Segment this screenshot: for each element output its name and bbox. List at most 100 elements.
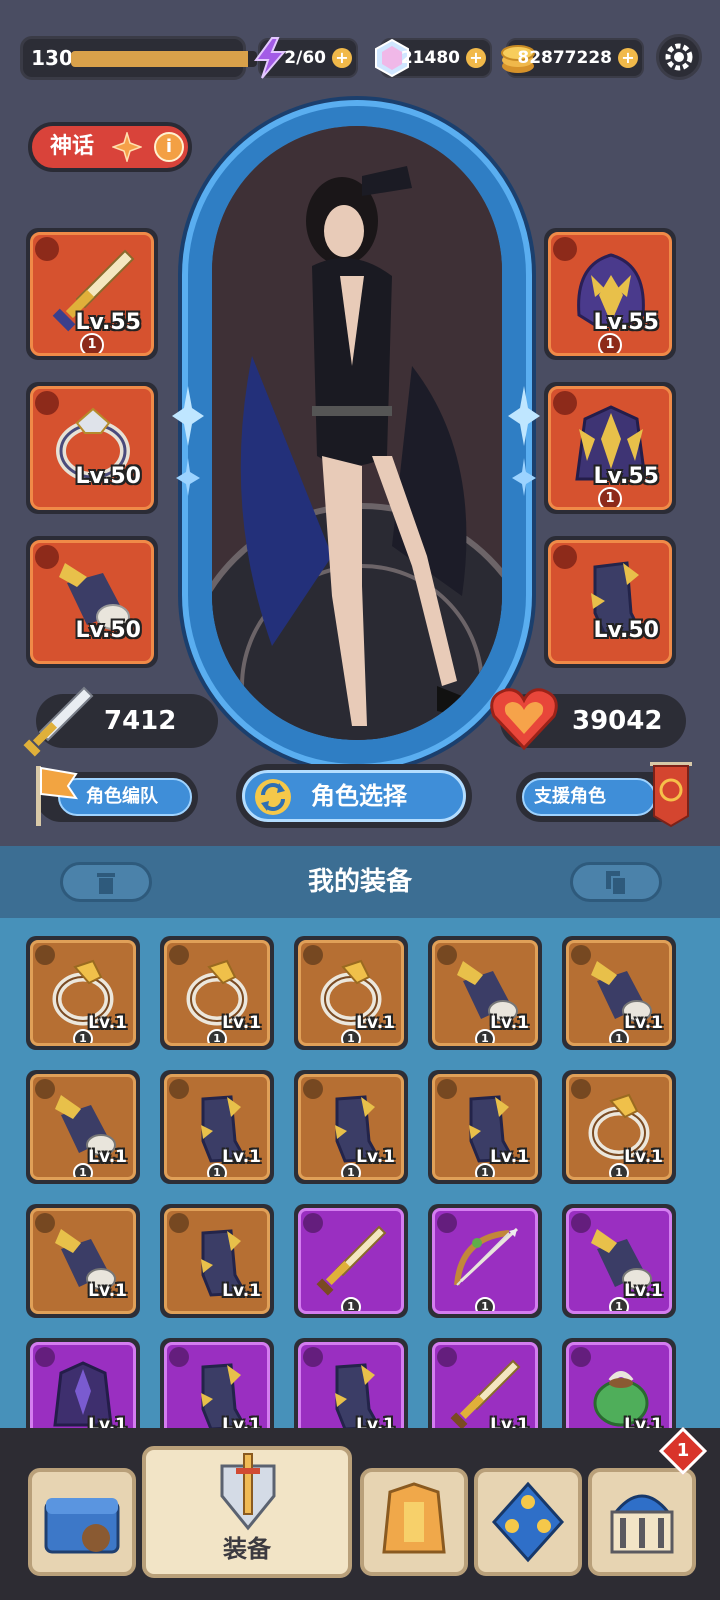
inventory-item[interactable]: Lv.1: [26, 1204, 140, 1318]
energy-counter[interactable]: 2/60 +: [254, 37, 358, 79]
attack-stat: 7412: [23, 686, 218, 757]
team-formation-label: 角色编队: [86, 786, 158, 807]
copy-icon: [606, 871, 627, 896]
inventory-item[interactable]: Lv.1 1: [294, 936, 408, 1050]
gold-counter[interactable]: 82877228 +: [501, 38, 644, 78]
inventory-item[interactable]: Lv.1 1: [562, 1070, 676, 1184]
item-level: Lv.1: [624, 1281, 663, 1301]
item-count: 1: [598, 333, 622, 353]
inventory-item[interactable]: 1: [294, 1204, 408, 1318]
player-level-bar[interactable]: 130: [20, 36, 257, 80]
inventory-item[interactable]: Lv.1 1: [562, 1204, 676, 1318]
gear-icon: [665, 43, 693, 71]
hero-select-label: 角色选择: [311, 782, 407, 810]
equipped-weapon-slot[interactable]: Lv.55 1: [26, 228, 158, 360]
item-level: Lv.1: [222, 1147, 261, 1167]
armor-icon: [382, 1482, 446, 1554]
nav-equipment-tab[interactable]: 装备: [142, 1446, 352, 1578]
inventory-item[interactable]: Lv.1: [160, 1204, 274, 1318]
copy-button[interactable]: [570, 862, 662, 902]
hp-value: 39042: [572, 706, 663, 736]
item-level: Lv.50: [593, 618, 659, 643]
notification-count: 1: [676, 1440, 690, 1461]
item-level: Lv.1: [222, 1281, 261, 1301]
item-level: Lv.1: [624, 1013, 663, 1033]
inventory-item[interactable]: Lv.1 1: [160, 1070, 274, 1184]
shield-sword-icon: [220, 1453, 276, 1531]
flag-icon: [36, 766, 79, 826]
chest-icon: [44, 1498, 120, 1554]
item-count: 1: [341, 1029, 361, 1043]
item-count: 1: [73, 1029, 93, 1043]
hero-select-button[interactable]: 角色选择: [236, 764, 472, 828]
inventory-item[interactable]: Lv.1 1: [428, 1070, 542, 1184]
nav-armor-tab[interactable]: [360, 1468, 468, 1576]
energy-value: 2/60: [284, 48, 326, 68]
my-equipment-header: 我的装备: [0, 846, 720, 918]
item-level: Lv.50: [75, 618, 141, 643]
swap-icon: [255, 779, 291, 815]
level-progress-track: [71, 51, 257, 67]
item-count: 1: [609, 1029, 629, 1043]
item-level: Lv.50: [75, 464, 141, 489]
player-level: 130: [31, 46, 73, 70]
settings-button[interactable]: [656, 34, 702, 80]
sword-icon: [316, 1225, 387, 1296]
top-hud: 130 2/60 + 21480 + 82877228 +: [0, 0, 720, 100]
item-count: 1: [598, 487, 622, 507]
inventory-item[interactable]: Lv.1 1: [160, 936, 274, 1050]
equipped-ring-slot[interactable]: Lv.50: [26, 382, 158, 514]
item-count: 1: [609, 1297, 629, 1311]
inventory-item[interactable]: Lv.1 1: [26, 1070, 140, 1184]
item-count: 1: [475, 1297, 495, 1311]
equipped-armor-slot[interactable]: Lv.55 1: [544, 382, 676, 514]
skill-tree-icon: [491, 1481, 565, 1563]
bow-icon: [454, 1227, 519, 1286]
sparkle-right-icon: [508, 386, 540, 496]
item-count: 1: [609, 1163, 629, 1177]
item-level: Lv.1: [356, 1013, 395, 1033]
add-energy-button[interactable]: +: [332, 48, 352, 68]
support-hero-button[interactable]: 支援角色: [516, 762, 692, 828]
team-formation-button[interactable]: 角色编队: [36, 766, 198, 826]
item-count: 1: [475, 1029, 495, 1043]
add-gold-button[interactable]: +: [618, 48, 638, 68]
gem-value: 21480: [400, 48, 460, 68]
inventory-item[interactable]: Lv.1 1: [428, 936, 542, 1050]
gem-counter[interactable]: 21480 +: [375, 38, 492, 78]
item-level: Lv.1: [88, 1147, 127, 1167]
inventory-item[interactable]: 1: [428, 1204, 542, 1318]
mythic-star-icon: [112, 132, 142, 162]
item-level: Lv.1: [88, 1281, 127, 1301]
equipment-grid: Lv.1 1 Lv.1 1 Lv.1 1 Lv.1 1 Lv.1 1 Lv.1 1 Lv.1 1 Lv.1 1…: [0, 918, 720, 1460]
equipped-helmet-slot[interactable]: Lv.55 1: [544, 228, 676, 360]
inventory-item[interactable]: Lv.1 1: [562, 936, 676, 1050]
equipped-greaves-slot[interactable]: Lv.50: [544, 536, 676, 668]
rarity-badge[interactable]: 神话 i: [28, 122, 192, 172]
nav-shop-tab[interactable]: [588, 1468, 696, 1576]
banner-icon: [650, 762, 692, 828]
item-level: Lv.55: [75, 310, 141, 335]
item-count: 1: [73, 1163, 93, 1177]
inventory-item[interactable]: Lv.1 1: [26, 936, 140, 1050]
info-icon[interactable]: i: [154, 132, 184, 162]
heart-icon: [490, 688, 558, 751]
inventory-item[interactable]: Lv.1 1: [294, 1070, 408, 1184]
hero-portrait[interactable]: [212, 126, 502, 740]
gold-value: 82877228: [517, 48, 612, 68]
rarity-label: 神话: [50, 134, 95, 159]
item-level: Lv.1: [624, 1147, 663, 1167]
hero-illustration: [212, 126, 502, 740]
sparkle-left-icon: [172, 386, 204, 496]
add-gems-button[interactable]: +: [466, 48, 486, 68]
level-progress-fill: [71, 51, 248, 67]
item-level: Lv.1: [222, 1013, 261, 1033]
attack-value: 7412: [104, 706, 177, 736]
crossed-swords-icon: [23, 686, 94, 757]
equipped-bracer-slot[interactable]: Lv.50: [26, 536, 158, 668]
nav-skills-tab[interactable]: [474, 1468, 582, 1576]
item-count: 1: [475, 1163, 495, 1177]
temple-icon: [610, 1494, 674, 1554]
nav-chest-tab[interactable]: [28, 1468, 136, 1576]
item-level: Lv.1: [490, 1013, 529, 1033]
